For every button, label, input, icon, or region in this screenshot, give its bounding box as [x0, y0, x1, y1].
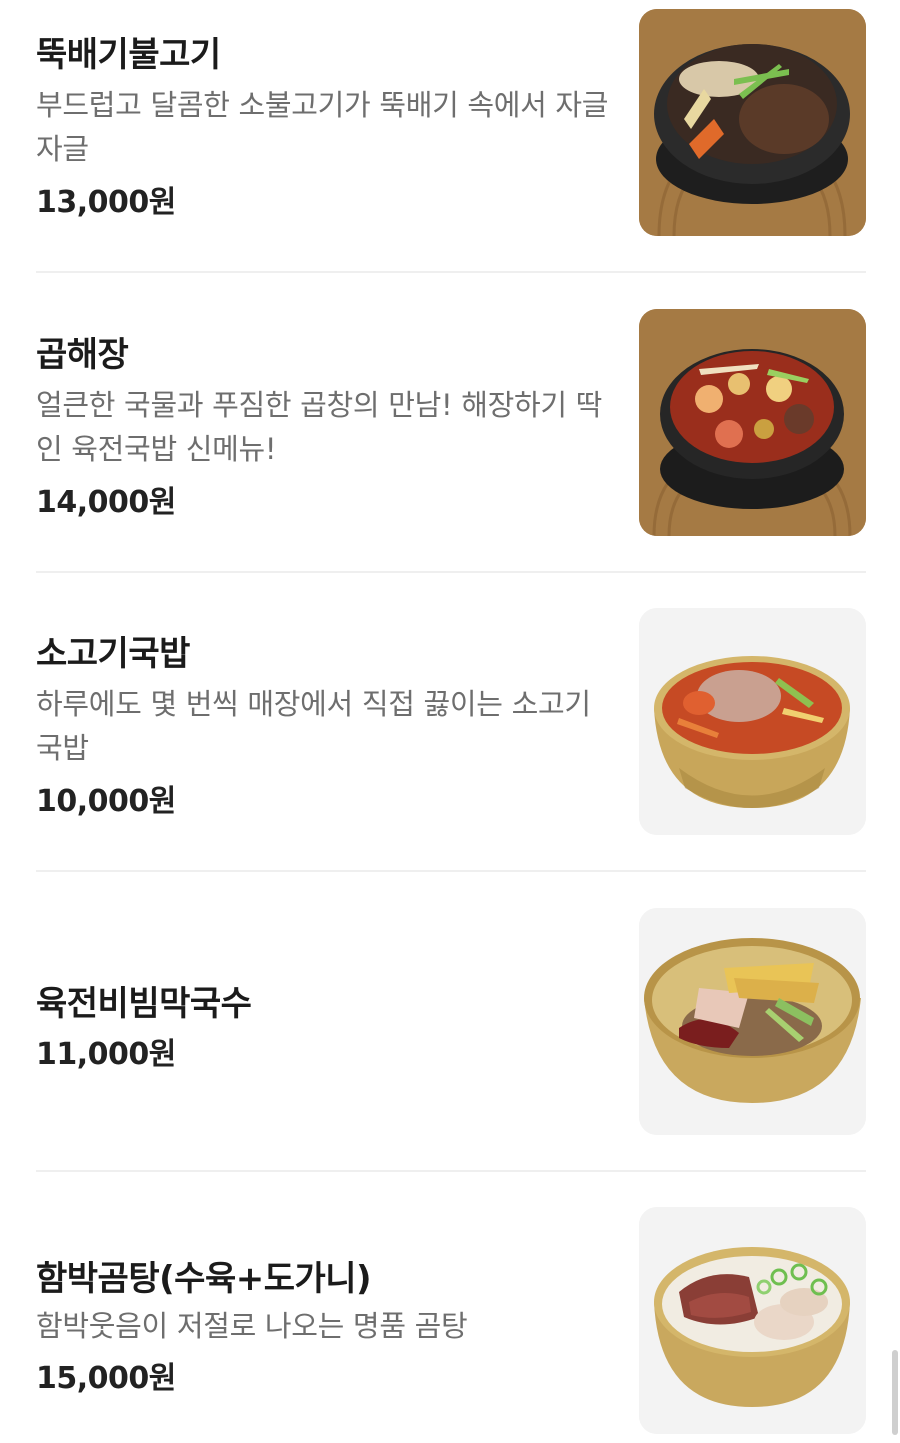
menu-item-price: 14,000원	[36, 485, 176, 520]
menu-item-description: 함박웃음이 저절로 나오는 명품 곰탕	[36, 1309, 468, 1343]
menu-item-photo[interactable]	[639, 9, 866, 236]
ttukbaegi-bulgogi-image	[639, 9, 866, 236]
menu-item-price: 10,000원	[36, 784, 176, 819]
scrollbar[interactable]	[892, 1350, 898, 1435]
menu-item-description: 얼큰한 국물과 푸짐한 곱창의 만남! 해장하기 딱인 육전국밥 신메뉴!	[36, 388, 603, 466]
menu-item-photo[interactable]	[639, 908, 866, 1135]
gop-haejang-image	[639, 309, 866, 536]
menu-item-price: 11,000원	[36, 1037, 176, 1072]
menu-item-name: 함박곰탕(수육+도가니)	[36, 1259, 372, 1299]
menu-item-name: 소고기국밥	[36, 634, 190, 674]
menu-item-price: 13,000원	[36, 185, 176, 220]
menu-item-name: 육전비빔막국수	[36, 984, 252, 1024]
menu-item-hambak-gomtang[interactable]: 함박곰탕(수육+도가니) 함박웃음이 저절로 나오는 명품 곰탕 15,000원	[36, 1207, 866, 1435]
menu-item-sogogi-gukbap[interactable]: 소고기국밥 하루에도 몇 번씩 매장에서 직접 끓이는 소고기국밥 10,000…	[36, 608, 866, 836]
menu-item-gop-haejang[interactable]: 곱해장 얼큰한 국물과 푸짐한 곱창의 만남! 해장하기 딱인 육전국밥 신메뉴…	[36, 309, 866, 537]
menu-item-yukjeon-bibim-makguksu[interactable]: 육전비빔막국수 11,000원	[36, 908, 866, 1136]
divider	[36, 870, 866, 872]
menu-item-description: 하루에도 몇 번씩 매장에서 직접 끓이는 소고기국밥	[36, 687, 591, 765]
divider	[36, 571, 866, 573]
menu-item-photo[interactable]	[639, 309, 866, 536]
sogogi-gukbap-image	[639, 608, 866, 835]
menu-item-name: 곱해장	[36, 335, 129, 375]
menu-item-description: 부드럽고 달콤한 소불고기가 뚝배기 속에서 자글자글	[36, 88, 609, 166]
hambak-gomtang-image	[639, 1207, 866, 1434]
menu-item-price: 15,000원	[36, 1361, 176, 1396]
yukjeon-bibim-makguksu-image	[639, 908, 866, 1135]
menu-item-name: 뚝배기불고기	[36, 35, 221, 75]
divider	[36, 271, 866, 273]
menu-item-photo[interactable]	[639, 1207, 866, 1434]
menu-item-photo[interactable]	[639, 608, 866, 835]
menu-item-ttukbaegi-bulgogi[interactable]: 뚝배기불고기 부드럽고 달콤한 소불고기가 뚝배기 속에서 자글자글 13,00…	[36, 9, 866, 237]
divider	[36, 1170, 866, 1172]
